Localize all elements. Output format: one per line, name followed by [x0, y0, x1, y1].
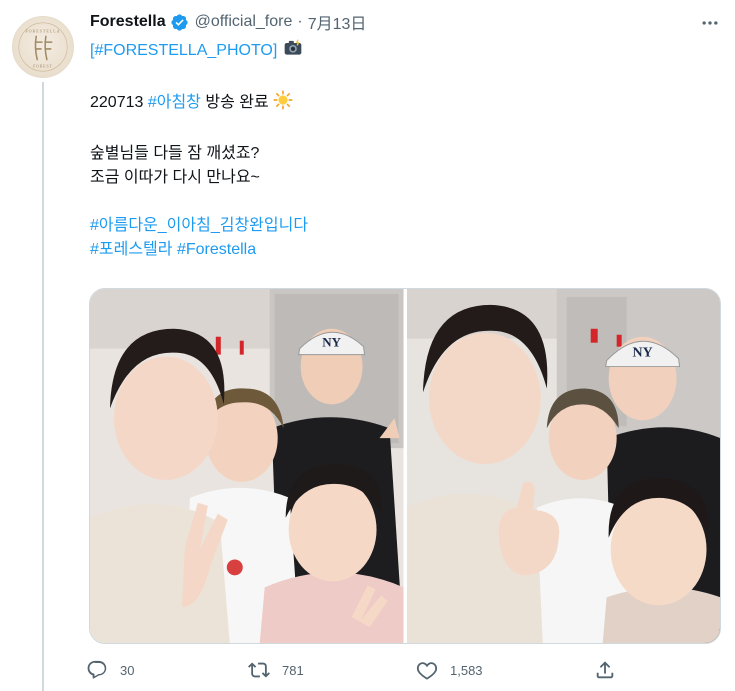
tweet-line-see-you: 조금 이따가 다시 만나요~ — [90, 169, 260, 186]
broadcast-date-text: 220713 — [90, 94, 148, 111]
hashtag-forestella-en-link[interactable]: #Forestella — [177, 241, 256, 258]
avatar[interactable]: FORESTELLA FOREST — [12, 16, 74, 78]
hashtag-forestella-kr-link[interactable]: #포레스텔라 — [90, 241, 173, 258]
camera-flash-emoji-icon — [282, 38, 304, 66]
tweet-line-greeting: 숲별님들 다들 잠 깨셨죠? — [90, 145, 260, 162]
reply-count: 30 — [120, 662, 135, 678]
tweet-line-hashtags-2: #포레스텔라 #Forestella — [90, 238, 720, 262]
svg-text:NY: NY — [322, 335, 341, 350]
like-button[interactable]: 1,583 — [416, 652, 483, 688]
reply-icon — [86, 659, 108, 681]
svg-text:FOREST: FOREST — [33, 64, 52, 68]
sun-emoji-icon — [273, 90, 293, 118]
forestella-logo: FORESTELLA FOREST — [18, 22, 68, 72]
tweet-header: Forestella @official_fore · 7月13日 — [90, 10, 366, 34]
verified-badge-icon — [170, 13, 189, 32]
reply-button[interactable]: 30 — [86, 652, 134, 688]
group-selfie-image-1: NY — [90, 289, 404, 643]
svg-text:NY: NY — [632, 346, 652, 361]
svg-text:FORESTELLA: FORESTELLA — [25, 28, 60, 33]
hashtag-program-link[interactable]: #아름다운_이아침_김창완입니다 — [90, 217, 308, 234]
header-separator: · — [297, 13, 303, 30]
retweet-count: 781 — [282, 662, 304, 678]
display-name[interactable]: Forestella — [90, 13, 166, 31]
tweet-actions-bar: 30 781 1,583 — [86, 652, 626, 688]
tweet-line-hashtags-1: #아름다운_이아침_김창완입니다 — [90, 214, 720, 238]
share-icon — [594, 659, 616, 681]
tweet-line-tag: [#FORESTELLA_PHOTO] — [90, 38, 720, 66]
tweet-line-broadcast: 220713 #아침창 방송 완료 — [90, 90, 720, 118]
group-selfie-image-2: NY — [406, 289, 720, 643]
tweet-date[interactable]: 7月13日 — [308, 10, 367, 34]
photo-2[interactable]: NY — [406, 289, 720, 643]
heart-icon — [416, 659, 438, 681]
more-options-icon[interactable] — [697, 10, 723, 36]
photo-1[interactable]: NY — [90, 289, 404, 643]
thread-connector-line — [42, 82, 44, 691]
broadcast-done-text: 방송 완료 — [200, 94, 274, 111]
retweet-icon — [248, 659, 270, 681]
tweet-body: [#FORESTELLA_PHOTO] 220713 #아침창 방송 완료 숲별… — [90, 38, 720, 262]
like-count: 1,583 — [450, 662, 483, 678]
tweet-media-grid: NY NY — [89, 288, 721, 644]
photo-tag-link[interactable]: [#FORESTELLA_PHOTO] — [90, 42, 277, 59]
user-handle[interactable]: @official_fore — [195, 13, 293, 31]
retweet-button[interactable]: 781 — [248, 652, 304, 688]
hashtag-morning-link[interactable]: #아침창 — [148, 94, 201, 111]
share-button[interactable] — [594, 652, 616, 688]
